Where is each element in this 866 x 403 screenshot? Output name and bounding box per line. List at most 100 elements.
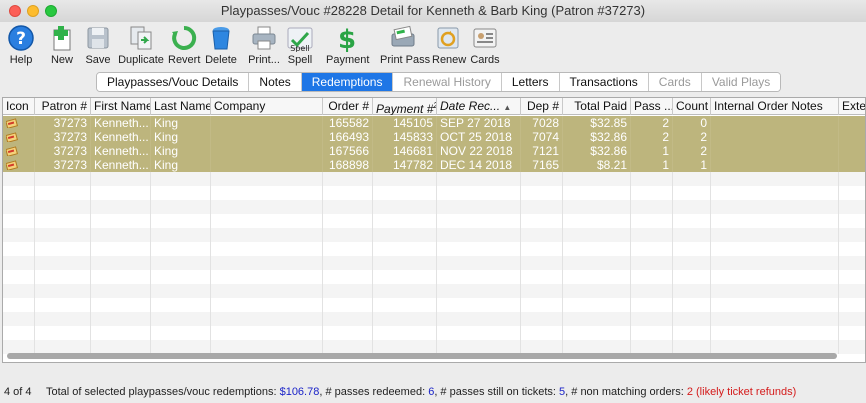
payment-button[interactable]: $ Payment — [326, 24, 369, 66]
table-row[interactable]: 37273 Kenneth... King 165582 145105 SEP 27 20… — [3, 116, 865, 130]
column-header-date-received[interactable]: Date Rec... ▲ — [437, 98, 521, 115]
cell-total-paid — [563, 172, 631, 186]
cell-external — [839, 256, 865, 270]
horizontal-scrollbar[interactable] — [5, 352, 861, 360]
column-header-company[interactable]: Company — [211, 98, 323, 115]
new-button[interactable]: New — [46, 24, 78, 66]
empty-table-row[interactable] — [3, 256, 865, 270]
cell-order — [323, 256, 373, 270]
cell-total-paid — [563, 312, 631, 326]
column-header-first-name[interactable]: First Name — [91, 98, 151, 115]
cell-order — [323, 270, 373, 284]
cell-first-name: Kenneth... — [91, 130, 151, 144]
cell-date-received: DEC 14 2018 — [437, 158, 521, 172]
cell-company — [211, 214, 323, 228]
cell-order — [323, 200, 373, 214]
cell-pass — [631, 172, 673, 186]
cell-deposit: 7074 — [521, 130, 563, 144]
spell-button[interactable]: Spell Spell — [286, 24, 314, 66]
cell-count — [673, 186, 711, 200]
table-row[interactable]: 37273 Kenneth... King 168898 147782 DEC 14 20… — [3, 158, 865, 172]
cell-last-name: King — [151, 158, 211, 172]
empty-table-row[interactable] — [3, 312, 865, 326]
tab-playpasses-details[interactable]: Playpasses/Vouc Details — [97, 73, 250, 91]
empty-table-row[interactable] — [3, 284, 865, 298]
cell-date-received: OCT 25 2018 — [437, 130, 521, 144]
column-header-total-paid[interactable]: Total Paid — [563, 98, 631, 115]
column-header-deposit[interactable]: Dep # — [521, 98, 563, 115]
cell-icon — [3, 284, 35, 298]
empty-table-row[interactable] — [3, 298, 865, 312]
column-header-count[interactable]: Count — [673, 98, 711, 115]
cell-internal-order-notes — [711, 144, 839, 158]
cell-first-name — [91, 172, 151, 186]
cell-last-name — [151, 172, 211, 186]
renew-button[interactable]: Renew — [432, 24, 466, 66]
spellcheck-icon: Spell — [287, 27, 313, 52]
empty-table-row[interactable] — [3, 200, 865, 214]
tab-valid-plays[interactable]: Valid Plays — [701, 73, 781, 91]
cards-button[interactable]: Cards — [469, 24, 501, 66]
column-header-icon[interactable]: Icon — [3, 98, 35, 115]
column-header-patron[interactable]: Patron # — [35, 98, 91, 115]
cell-company — [211, 326, 323, 340]
print-pass-button[interactable]: Print Pass — [380, 24, 430, 66]
tab-redemptions[interactable]: Redemptions — [301, 73, 394, 91]
column-header-payment[interactable]: Payment #2 — [373, 98, 437, 115]
scrollbar-thumb[interactable] — [7, 353, 837, 359]
duplicate-button[interactable]: Duplicate — [118, 24, 164, 66]
empty-table-row[interactable] — [3, 228, 865, 242]
cell-count — [673, 172, 711, 186]
cell-patron — [35, 326, 91, 340]
cell-company — [211, 186, 323, 200]
empty-table-row[interactable] — [3, 214, 865, 228]
tab-renewal-history[interactable]: Renewal History — [393, 73, 502, 91]
table-row[interactable]: 37273 Kenneth... King 167566 146681 NOV 22 20… — [3, 144, 865, 158]
revert-button[interactable]: Revert — [168, 24, 200, 66]
cell-total-paid — [563, 270, 631, 284]
minimize-window-button[interactable] — [27, 5, 39, 17]
cell-count — [673, 270, 711, 284]
cell-last-name: King — [151, 130, 211, 144]
empty-table-row[interactable] — [3, 270, 865, 284]
close-window-button[interactable] — [9, 5, 21, 17]
cell-icon — [3, 270, 35, 284]
cell-first-name: Kenneth... — [91, 144, 151, 158]
cell-internal-order-notes — [711, 312, 839, 326]
column-header-external[interactable]: Exter — [839, 98, 865, 115]
cell-count — [673, 214, 711, 228]
empty-table-row[interactable] — [3, 242, 865, 256]
cell-payment: 145105 — [373, 116, 437, 130]
table-row[interactable]: 37273 Kenneth... King 166493 145833 OCT 25 20… — [3, 130, 865, 144]
cell-date-received — [437, 284, 521, 298]
tab-transactions[interactable]: Transactions — [559, 73, 649, 91]
save-button[interactable]: Save — [84, 24, 112, 66]
column-header-internal-order-notes[interactable]: Internal Order Notes — [711, 98, 839, 115]
delete-label: Delete — [205, 54, 237, 66]
tab-cards[interactable]: Cards — [648, 73, 702, 91]
empty-table-row[interactable] — [3, 186, 865, 200]
cell-icon — [3, 172, 35, 186]
column-header-pass[interactable]: Pass ... — [631, 98, 673, 115]
empty-table-row[interactable] — [3, 172, 865, 186]
help-button[interactable]: ? Help — [6, 24, 36, 66]
cell-deposit — [521, 228, 563, 242]
cell-first-name — [91, 256, 151, 270]
column-header-order[interactable]: Order # — [323, 98, 373, 115]
cell-payment — [373, 200, 437, 214]
empty-table-row[interactable] — [3, 326, 865, 340]
print-button[interactable]: Print... — [247, 24, 281, 66]
tab-notes[interactable]: Notes — [249, 73, 302, 91]
cell-deposit — [521, 298, 563, 312]
cell-total-paid: $32.86 — [563, 144, 631, 158]
cell-date-received — [437, 172, 521, 186]
tab-letters[interactable]: Letters — [501, 73, 560, 91]
zoom-window-button[interactable] — [45, 5, 57, 17]
cell-pass: 1 — [631, 158, 673, 172]
cell-count — [673, 312, 711, 326]
column-header-last-name[interactable]: Last Name — [151, 98, 211, 115]
sort-ascending-icon: ▲ — [503, 103, 512, 112]
delete-button[interactable]: Delete — [205, 24, 237, 66]
cell-payment — [373, 326, 437, 340]
cell-company — [211, 130, 323, 144]
